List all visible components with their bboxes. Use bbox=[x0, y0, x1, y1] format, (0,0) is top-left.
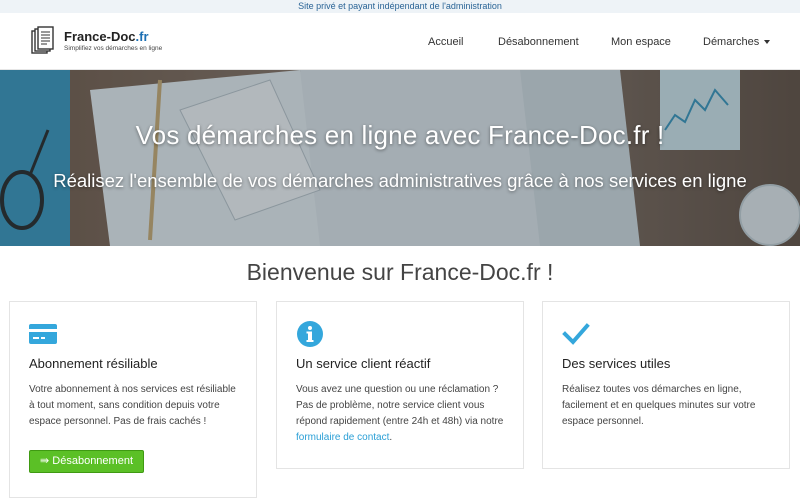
credit-card-icon bbox=[29, 324, 57, 344]
logo-tagline: Simplifiez vos démarches en ligne bbox=[64, 45, 163, 52]
topbar-notice: Site privé et payant indépendant de l'ad… bbox=[0, 0, 800, 13]
hero-banner: Vos démarches en ligne avec France-Doc.f… bbox=[0, 70, 800, 246]
feature-card-abonnement: Abonnement résiliable Votre abonnement à… bbox=[9, 301, 257, 498]
card-title: Abonnement résiliable bbox=[29, 356, 158, 371]
welcome-heading: Bienvenue sur France-Doc.fr ! bbox=[246, 259, 554, 285]
card-title: Un service client réactif bbox=[296, 356, 431, 371]
caret-down-icon bbox=[764, 40, 771, 45]
logo-name-tld: .fr bbox=[135, 29, 149, 44]
feature-card-service-client: Un service client réactif Vous avez une … bbox=[276, 301, 524, 469]
nav-item-mon-espace[interactable]: Mon espace bbox=[611, 36, 671, 48]
documents-logo-icon bbox=[31, 26, 54, 54]
contact-form-link[interactable]: formulaire de contact bbox=[296, 432, 389, 443]
feature-card-services-utiles: Des services utiles Réalisez toutes vos … bbox=[542, 301, 790, 469]
nav-item-accueil[interactable]: Accueil bbox=[428, 36, 463, 48]
site-logo[interactable]: France-Doc.fr Simplifiez vos démarches e… bbox=[31, 26, 163, 58]
nav-item-desabonnement[interactable]: Désabonnement bbox=[498, 36, 579, 48]
logo-name-main: France-Doc bbox=[64, 29, 136, 44]
hero-title: Vos démarches en ligne avec France-Doc.f… bbox=[135, 120, 665, 150]
card-text: Réalisez toutes vos démarches en ligne, … bbox=[562, 384, 756, 427]
hero-overlay bbox=[0, 70, 800, 246]
card-text-end: . bbox=[389, 432, 393, 443]
card-text: Vous avez une question ou une réclamatio… bbox=[296, 382, 508, 446]
card-text: Votre abonnement à nos services est rési… bbox=[29, 384, 236, 427]
navbar: France-Doc.fr Simplifiez vos démarches e… bbox=[0, 13, 800, 70]
card-title: Des services utiles bbox=[562, 356, 671, 371]
nav-item-demarches-label: Démarches bbox=[703, 36, 760, 48]
card-text-body: Vous avez une question ou une réclamatio… bbox=[296, 384, 504, 427]
nav-item-demarches-dropdown[interactable]: Démarches bbox=[703, 36, 771, 48]
checkmark-icon bbox=[562, 323, 590, 345]
info-icon bbox=[297, 321, 323, 347]
desabonnement-button[interactable]: ⇛ Désabonnement bbox=[29, 450, 144, 473]
logo-name: France-Doc.fr bbox=[64, 29, 149, 44]
hero-subtitle: Réalisez l'ensemble de vos démarches adm… bbox=[53, 170, 747, 191]
